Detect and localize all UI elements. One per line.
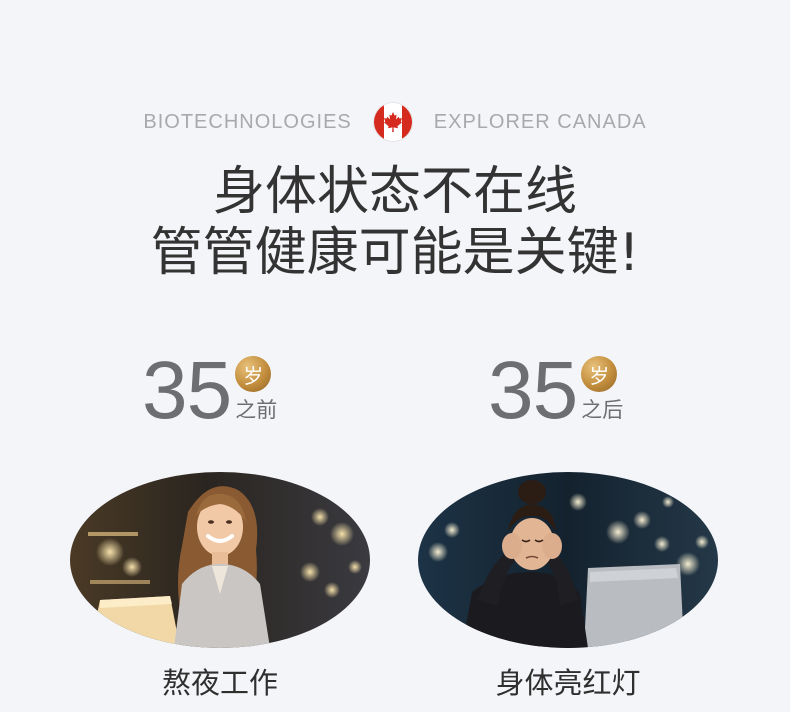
before-photo bbox=[70, 472, 370, 648]
age-number: 35 bbox=[488, 345, 578, 436]
canada-flag-icon bbox=[373, 103, 412, 141]
age-number: 35 bbox=[142, 345, 232, 436]
brand-left-text: BIOTECHNOLOGIES bbox=[143, 110, 352, 133]
headline-line-2: 管管健康可能是关键! bbox=[150, 223, 640, 283]
brand-right-text: EXPLORER CANADA bbox=[433, 110, 647, 133]
age-after-block: 35 岁 之后 bbox=[488, 350, 623, 440]
after-caption: 身体亮红灯 bbox=[495, 666, 641, 700]
before-caption: 熬夜工作 bbox=[161, 666, 278, 700]
age-unit-badge: 岁 bbox=[581, 356, 618, 392]
brand-row: BIOTECHNOLOGIES EXPLORER CANADA bbox=[0, 102, 790, 142]
age-before-block: 35 岁 之前 bbox=[142, 350, 277, 440]
age-suffix-after: 之后 bbox=[581, 398, 624, 422]
headline-line-1: 身体状态不在线 bbox=[212, 162, 577, 222]
age-unit-badge: 岁 bbox=[235, 356, 272, 392]
after-photo bbox=[418, 472, 718, 648]
age-suffix-before: 之前 bbox=[235, 398, 278, 422]
